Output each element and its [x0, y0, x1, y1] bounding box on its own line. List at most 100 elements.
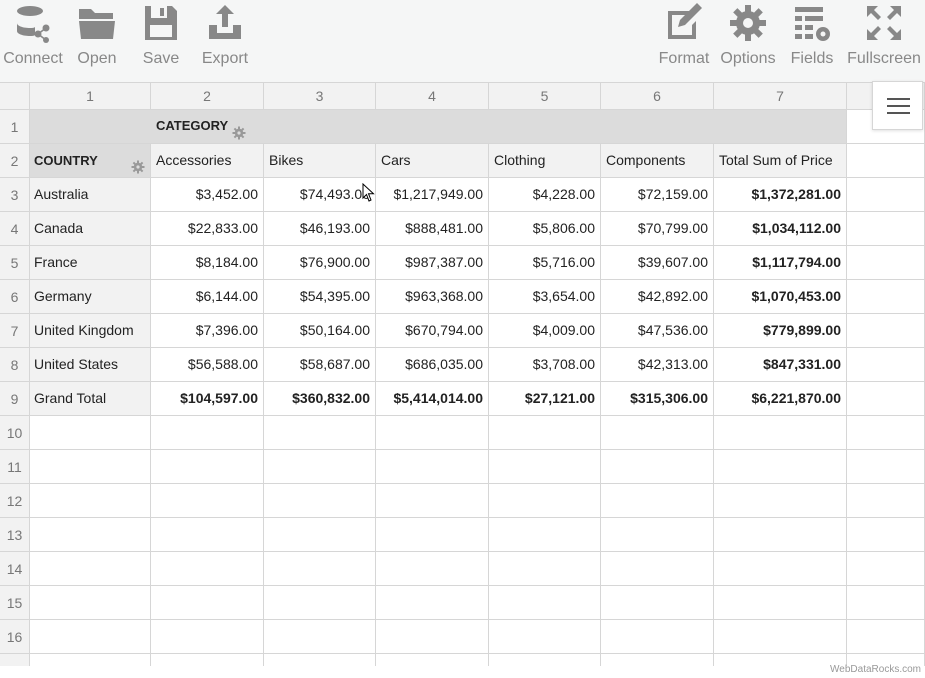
empty-cell[interactable] [601, 620, 714, 654]
row-label[interactable]: Australia [30, 178, 151, 212]
row-total-cell[interactable]: $847,331.00 [714, 348, 847, 382]
row-total-cell[interactable]: $779,899.00 [714, 314, 847, 348]
empty-cell[interactable] [376, 484, 489, 518]
value-cell[interactable]: $74,493.00 [264, 178, 376, 212]
empty-cell[interactable] [30, 586, 151, 620]
empty-cell[interactable] [847, 518, 925, 552]
empty-cell[interactable] [376, 518, 489, 552]
row-label[interactable]: United States [30, 348, 151, 382]
grand-total-cell[interactable]: $6,221,870.00 [714, 382, 847, 416]
column-number-header[interactable]: 1 [30, 83, 151, 110]
column-number-header[interactable]: 5 [489, 83, 601, 110]
column-number-header[interactable]: 4 [376, 83, 489, 110]
row-number-header[interactable]: 9 [0, 382, 30, 416]
empty-cell[interactable] [847, 620, 925, 654]
empty-cell[interactable] [489, 552, 601, 586]
fullscreen-button[interactable]: Fullscreen [846, 0, 922, 78]
empty-cell[interactable] [847, 484, 925, 518]
value-cell[interactable]: $54,395.00 [264, 280, 376, 314]
row-label[interactable]: France [30, 246, 151, 280]
column-header[interactable]: Clothing [489, 144, 601, 178]
grand-total-cell[interactable]: $360,832.00 [264, 382, 376, 416]
empty-cell[interactable] [489, 586, 601, 620]
row-number-header[interactable]: 5 [0, 246, 30, 280]
empty-cell[interactable] [151, 484, 264, 518]
row-total-cell[interactable]: $1,117,794.00 [714, 246, 847, 280]
empty-cell[interactable] [264, 552, 376, 586]
category-header[interactable]: CATEGORY [30, 110, 847, 144]
row-number-header[interactable]: 8 [0, 348, 30, 382]
empty-cell[interactable] [30, 552, 151, 586]
format-button[interactable]: Format [656, 0, 712, 78]
value-cell[interactable]: $987,387.00 [376, 246, 489, 280]
column-header[interactable]: Cars [376, 144, 489, 178]
row-number-header[interactable]: 11 [0, 450, 30, 484]
fields-button[interactable]: Fields [786, 0, 838, 78]
empty-cell[interactable] [714, 518, 847, 552]
value-cell[interactable]: $5,806.00 [489, 212, 601, 246]
empty-cell[interactable] [847, 586, 925, 620]
row-label[interactable]: Canada [30, 212, 151, 246]
value-cell[interactable]: $4,228.00 [489, 178, 601, 212]
empty-cell[interactable] [714, 586, 847, 620]
country-settings-gear-icon[interactable] [131, 153, 145, 174]
empty-cell[interactable] [714, 654, 847, 666]
value-cell[interactable]: $47,536.00 [601, 314, 714, 348]
value-cell[interactable]: $5,716.00 [489, 246, 601, 280]
value-cell[interactable]: $686,035.00 [376, 348, 489, 382]
empty-cell[interactable] [714, 484, 847, 518]
column-number-header[interactable]: 3 [264, 83, 376, 110]
value-cell[interactable]: $670,794.00 [376, 314, 489, 348]
row-total-cell[interactable]: $1,034,112.00 [714, 212, 847, 246]
empty-cell[interactable] [601, 654, 714, 666]
grand-total-cell[interactable]: $27,121.00 [489, 382, 601, 416]
empty-cell[interactable] [714, 416, 847, 450]
empty-cell[interactable] [601, 586, 714, 620]
grand-total-label[interactable]: Grand Total [30, 382, 151, 416]
empty-cell[interactable] [264, 654, 376, 666]
empty-cell[interactable] [601, 484, 714, 518]
country-header[interactable]: COUNTRY [30, 144, 151, 178]
empty-cell[interactable] [489, 484, 601, 518]
empty-cell[interactable] [264, 586, 376, 620]
value-cell[interactable]: $7,396.00 [151, 314, 264, 348]
row-number-header[interactable]: 7 [0, 314, 30, 348]
empty-cell[interactable] [376, 586, 489, 620]
grand-total-cell[interactable]: $104,597.00 [151, 382, 264, 416]
row-number-header[interactable]: 17 [0, 654, 30, 666]
value-cell[interactable]: $70,799.00 [601, 212, 714, 246]
empty-cell[interactable] [601, 450, 714, 484]
empty-cell[interactable] [714, 620, 847, 654]
row-label[interactable]: United Kingdom [30, 314, 151, 348]
empty-cell[interactable] [151, 518, 264, 552]
value-cell[interactable]: $42,892.00 [601, 280, 714, 314]
empty-cell[interactable] [714, 450, 847, 484]
value-cell[interactable]: $39,607.00 [601, 246, 714, 280]
value-cell[interactable]: $76,900.00 [264, 246, 376, 280]
value-cell[interactable]: $22,833.00 [151, 212, 264, 246]
column-number-header[interactable]: 7 [714, 83, 847, 110]
value-cell[interactable]: $46,193.00 [264, 212, 376, 246]
value-cell[interactable]: $963,368.00 [376, 280, 489, 314]
options-button[interactable]: Options [718, 0, 778, 78]
row-total-cell[interactable]: $1,070,453.00 [714, 280, 847, 314]
row-number-header[interactable]: 14 [0, 552, 30, 586]
empty-cell[interactable] [489, 518, 601, 552]
save-button[interactable]: Save [136, 0, 186, 78]
empty-cell[interactable] [264, 518, 376, 552]
empty-cell[interactable] [30, 450, 151, 484]
value-cell[interactable]: $72,159.00 [601, 178, 714, 212]
category-settings-gear-icon[interactable] [232, 120, 246, 140]
empty-cell[interactable] [264, 620, 376, 654]
connect-button[interactable]: Connect [2, 0, 64, 78]
column-header[interactable]: Total Sum of Price [714, 144, 847, 178]
empty-cell[interactable] [847, 552, 925, 586]
empty-cell[interactable] [30, 620, 151, 654]
row-label[interactable]: Germany [30, 280, 151, 314]
empty-cell[interactable] [601, 552, 714, 586]
row-number-header[interactable]: 2 [0, 144, 30, 178]
empty-cell[interactable] [151, 586, 264, 620]
empty-cell[interactable] [30, 518, 151, 552]
row-total-cell[interactable]: $1,372,281.00 [714, 178, 847, 212]
value-cell[interactable]: $3,654.00 [489, 280, 601, 314]
